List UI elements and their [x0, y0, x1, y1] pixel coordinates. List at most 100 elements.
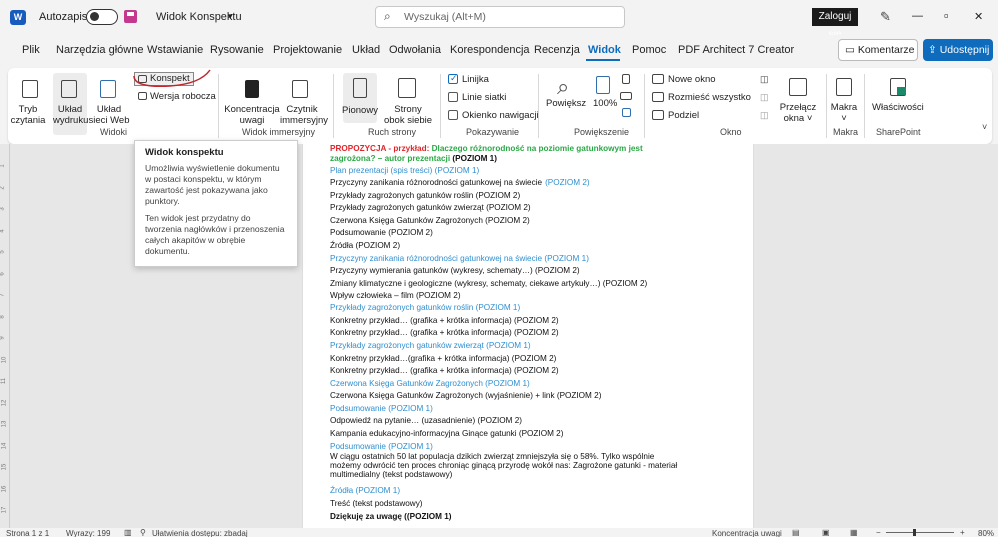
tab-wstawianie[interactable]: Wstawianie — [147, 44, 203, 56]
line-text: Przykłady zagrożonych gatunków zwierząt … — [330, 341, 531, 350]
zoom-icon[interactable]: ⌕ — [557, 74, 569, 100]
vertical-label: Pionowy — [342, 105, 378, 116]
zoom-out-button[interactable]: − — [876, 528, 881, 537]
outline-body-line: Treść (tekst podstawowy) — [330, 499, 423, 509]
switch-windows-button[interactable]: Przełącz okna ˅ — [776, 102, 820, 124]
filename-chevron-icon[interactable]: ▾ — [228, 11, 233, 22]
tab-plik[interactable]: Plik — [22, 44, 40, 56]
collapse-ribbon-icon[interactable]: ˅ — [982, 122, 987, 132]
line-text: Czerwona Księga Gatunków Zagrożonych (PO… — [330, 379, 530, 388]
immersive-reader-button[interactable]: Czytnik immersyjny — [280, 104, 328, 126]
word-count[interactable]: Wyrazy: 199 — [66, 529, 110, 537]
active-tab-underline — [586, 59, 620, 61]
tab-pdf-architect[interactable]: PDF Architect 7 Creator — [678, 44, 794, 56]
doc-title-red: PROPOZYCJA - przykład: — [330, 144, 430, 153]
focus-mode-status[interactable]: Koncentracja uwagi — [712, 529, 782, 537]
line-text: Przykłady zagrożonych gatunków roślin (P… — [330, 191, 521, 200]
zoom-level[interactable]: 80% — [978, 529, 994, 537]
annotation-swoosh — [133, 69, 211, 88]
maximize-button[interactable]: ▫ — [944, 8, 949, 23]
tab-korespondencja[interactable]: Korespondencja — [450, 44, 530, 56]
zoom-button[interactable]: Powiększ — [546, 98, 586, 109]
zoom-100-icon[interactable] — [596, 76, 610, 94]
split-button[interactable]: Podziel — [668, 110, 699, 121]
draft-button[interactable]: Wersja robocza — [150, 91, 216, 102]
save-icon[interactable] — [124, 10, 137, 23]
doc-title-green-2: zagrożona? – autor prezentacji — [330, 154, 451, 163]
search-box[interactable]: ⌕ Wyszukaj (Alt+M) — [375, 6, 625, 28]
print-view-icon[interactable]: ▣ — [822, 528, 830, 537]
arrange-all-button[interactable]: Rozmieść wszystko — [668, 92, 751, 103]
sharepoint-icon[interactable] — [890, 78, 906, 96]
tab-widok[interactable]: Widok — [588, 44, 621, 56]
side-by-side-button[interactable]: Strony obok siebie — [382, 104, 434, 126]
proofing-icon[interactable]: ▥ — [124, 528, 132, 537]
focus-button[interactable]: Koncentracja uwagi — [222, 104, 282, 126]
autosave-toggle[interactable] — [86, 9, 118, 25]
tab-rysowanie[interactable]: Rysowanie — [210, 44, 264, 56]
group-okno: Okno — [720, 127, 742, 137]
ruler-checkbox[interactable]: ✓ — [448, 73, 458, 84]
macros-icon[interactable] — [836, 78, 852, 96]
web-layout-icon[interactable] — [100, 80, 116, 98]
signin-button[interactable]: Zaloguj się — [812, 8, 858, 40]
tab-narzedzia-glowne[interactable]: Narzędzia główne — [56, 44, 143, 56]
tab-odwolania[interactable]: Odwołania — [389, 44, 441, 56]
focus-icon[interactable] — [245, 80, 259, 98]
outline-body-line: Czerwona Księga Gatunków Zagrożonych (wy… — [330, 391, 601, 401]
web-layout-button[interactable]: Układ sieci Web — [88, 104, 130, 126]
outline-body-line: Konkretny przykład… (grafika + krótka in… — [330, 328, 559, 338]
ruler-tick: 1 — [0, 164, 6, 168]
read-mode-button[interactable]: Tryb czytania — [6, 104, 50, 126]
tab-uklad[interactable]: Układ — [352, 44, 380, 56]
minimize-button[interactable]: — — [912, 10, 923, 22]
new-window-button[interactable]: Nowe okno — [668, 74, 716, 85]
tab-recenzja[interactable]: Recenzja — [534, 44, 580, 56]
line-text: Treść (tekst podstawowy) — [330, 499, 423, 508]
line-text: Plan prezentacji (spis treści) (POZIOM 1… — [330, 166, 480, 175]
autosave-label: Autozapis — [39, 11, 88, 23]
nav-pane-label: Okienko nawigacji — [462, 110, 539, 121]
page-count[interactable]: Strona 1 z 1 — [6, 529, 49, 537]
zoom-slider-thumb[interactable] — [913, 529, 916, 536]
tab-pomoc[interactable]: Pomoc — [632, 44, 666, 56]
gridlines-checkbox[interactable] — [448, 92, 458, 102]
zoom-in-button[interactable]: + — [960, 528, 965, 537]
reset-position-icon[interactable]: ◫ — [760, 110, 769, 121]
ruler-tick: 11 — [1, 377, 8, 385]
switch-windows-icon[interactable] — [789, 78, 807, 96]
share-button[interactable]: ⇪ Udostępnij — [923, 39, 993, 61]
search-input[interactable]: Wyszukaj (Alt+M) — [404, 11, 486, 23]
line-text: Zmiany klimatyczne i geologiczne (wykres… — [330, 279, 648, 288]
group-widoki: Widoki — [100, 127, 128, 137]
close-button[interactable]: ✕ — [974, 10, 983, 23]
line-text: Czerwona Księga Gatunków Zagrożonych (PO… — [330, 216, 530, 225]
nav-pane-checkbox[interactable] — [448, 110, 458, 120]
macros-button[interactable]: Makra ˅ — [830, 102, 858, 124]
properties-button[interactable]: Właściwości — [872, 102, 924, 113]
read-mode-icon[interactable] — [22, 80, 38, 98]
line-text: Konkretny przykład… (grafika + krótka in… — [330, 316, 559, 325]
sync-scroll-icon[interactable]: ◫ — [760, 92, 769, 103]
doc-title-level: (POZIOM 1) — [452, 154, 497, 163]
line-text: Źródła (POZIOM 1) — [330, 486, 401, 495]
immersive-reader-icon[interactable] — [292, 80, 308, 98]
comments-button[interactable]: ▭ Komentarze — [838, 39, 918, 61]
read-view-icon[interactable]: ▤ — [792, 528, 800, 537]
accessibility-icon[interactable]: ⚲ — [140, 528, 146, 537]
page-width-icon[interactable] — [622, 108, 631, 117]
zoom-slider[interactable] — [886, 532, 954, 533]
accessibility-status[interactable]: Ułatwienia dostępu: zbadaj — [152, 529, 248, 537]
group-widok-immersyjny: Widok immersyjny — [242, 127, 316, 137]
tooltip-title: Widok konspektu — [145, 147, 224, 158]
side-by-side-icon[interactable] — [398, 78, 416, 98]
one-page-icon[interactable] — [622, 74, 630, 84]
outline-heading-level1: Podsumowanie (POZIOM 1) — [330, 404, 433, 414]
multi-page-icon[interactable] — [620, 92, 632, 100]
web-view-icon[interactable]: ▦ — [850, 528, 858, 537]
pen-icon[interactable]: ✎ — [880, 9, 891, 25]
tab-projektowanie[interactable]: Projektowanie — [273, 44, 342, 56]
zoom-100-button[interactable]: 100% — [593, 98, 617, 109]
side-by-side-view-icon[interactable]: ◫ — [760, 74, 769, 85]
print-layout-label: Układ wydruku — [53, 104, 89, 126]
